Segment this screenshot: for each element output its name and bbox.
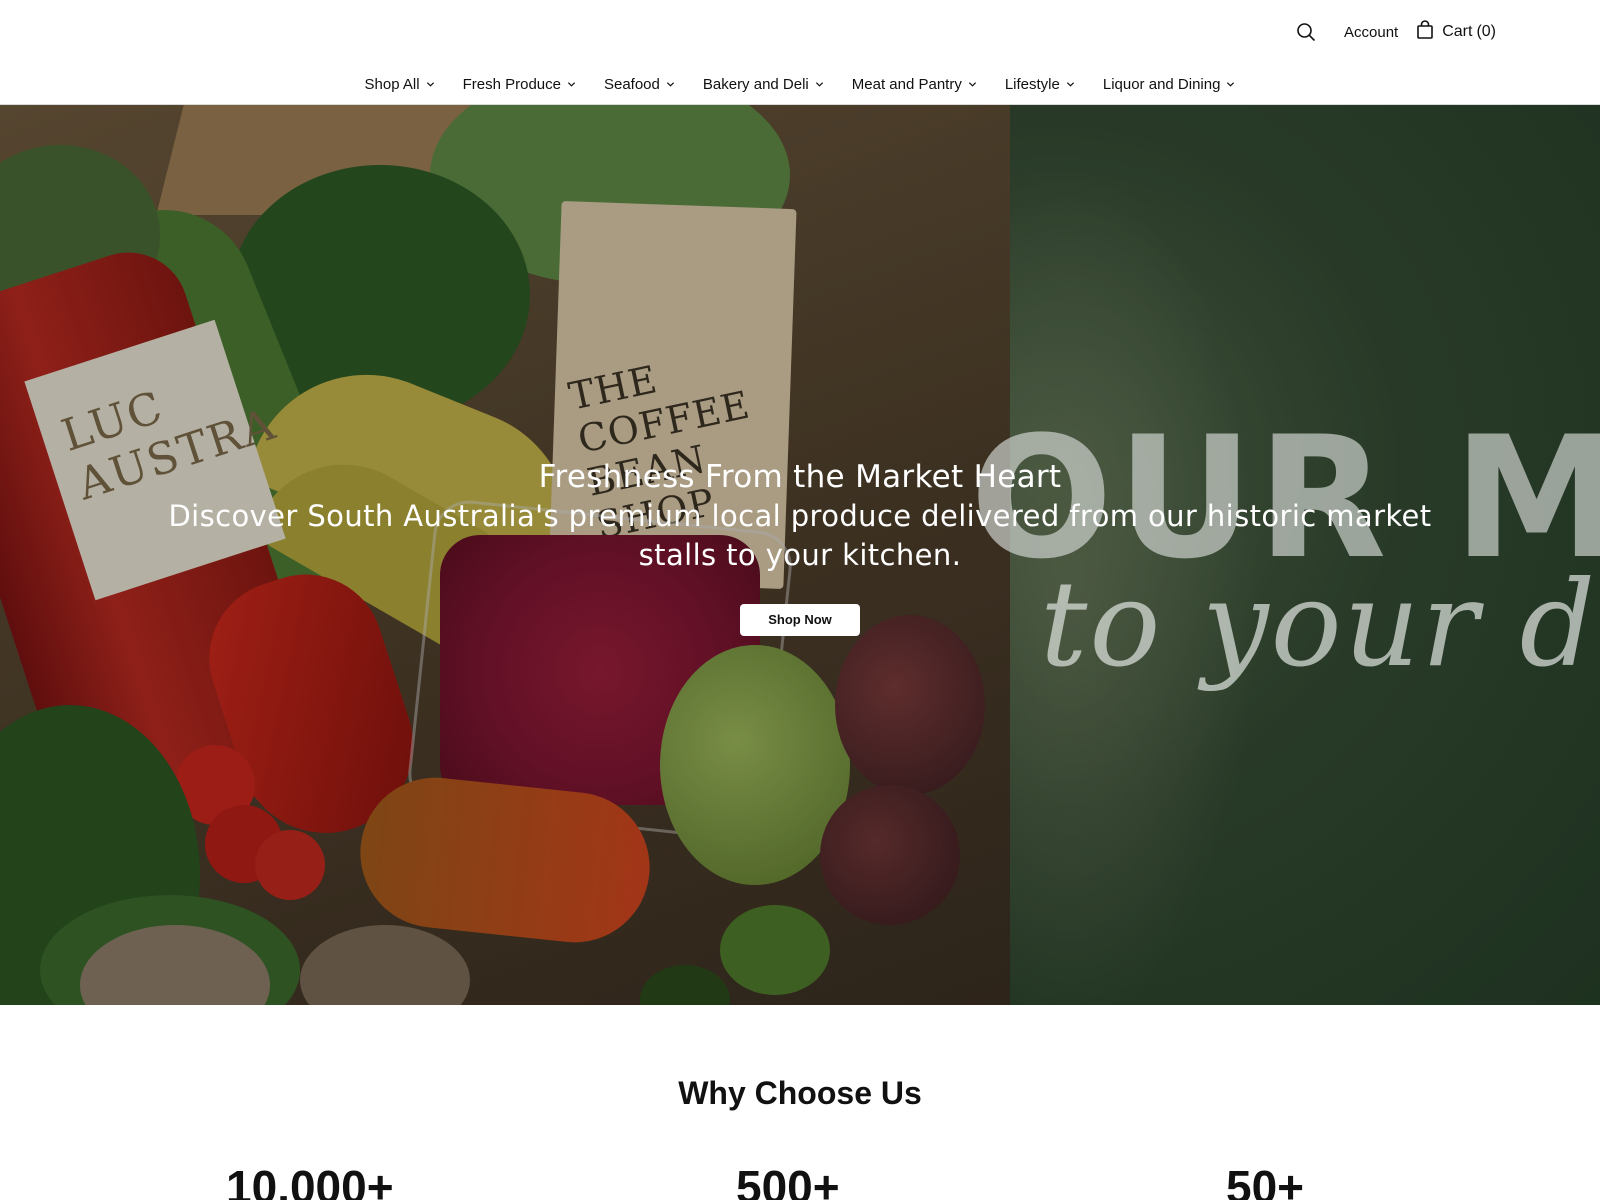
utility-bar: Account Cart (0) <box>1292 18 1496 46</box>
hero-subtitle: Discover South Australia's premium local… <box>168 499 1432 572</box>
chevron-down-icon <box>815 80 824 89</box>
chevron-down-icon <box>1226 80 1235 89</box>
shopping-bag-icon <box>1416 19 1434 45</box>
nav-item-label: Meat and Pantry <box>851 75 962 93</box>
main-navigation: Shop All Fresh Produce Seafood Bakery an… <box>0 70 1600 98</box>
chevron-down-icon <box>666 80 675 89</box>
chevron-down-icon <box>567 80 576 89</box>
nav-item-liquor-and-dining[interactable]: Liquor and Dining <box>1103 76 1236 93</box>
nav-item-lifestyle[interactable]: Lifestyle <box>1005 76 1075 93</box>
nav-item-shop-all[interactable]: Shop All <box>365 76 435 93</box>
nav-item-label: Bakery and Deli <box>702 75 809 93</box>
stat-value: 50+ <box>1226 1161 1305 1200</box>
chevron-down-icon <box>1066 80 1075 89</box>
stat-value: 500+ <box>736 1161 840 1200</box>
hero-banner: THE COFFEE BEAN SHOP LUC AUSTRA OUR M to… <box>0 105 1600 1005</box>
shop-now-button[interactable]: Shop Now <box>740 604 860 636</box>
cart-label: Cart <box>1442 23 1473 40</box>
hero-content: Freshness From the Market Heart Discover… <box>0 457 1600 636</box>
cart-count: (0) <box>1476 23 1496 40</box>
nav-item-label: Lifestyle <box>1004 75 1060 93</box>
nav-item-meat-and-pantry[interactable]: Meat and Pantry <box>852 76 977 93</box>
account-link[interactable]: Account <box>1344 24 1398 41</box>
nav-item-label: Fresh Produce <box>462 75 561 93</box>
chevron-down-icon <box>426 80 435 89</box>
chevron-down-icon <box>968 80 977 89</box>
hero-title: Freshness From the Market Heart <box>538 459 1062 495</box>
nav-item-bakery-and-deli[interactable]: Bakery and Deli <box>703 76 824 93</box>
nav-item-label: Seafood <box>603 75 660 93</box>
nav-item-seafood[interactable]: Seafood <box>604 76 675 93</box>
stat-value: 10,000+ <box>226 1161 394 1200</box>
why-choose-us-section: Why Choose Us 10,000+ 500+ 50+ <box>0 1005 1600 1200</box>
nav-item-label: Liquor and Dining <box>1102 75 1221 93</box>
search-icon[interactable] <box>1292 18 1320 46</box>
cart-link[interactable]: Cart (0) <box>1416 19 1496 45</box>
section-title: Why Choose Us <box>678 1075 922 1111</box>
nav-item-label: Shop All <box>364 75 420 93</box>
nav-item-fresh-produce[interactable]: Fresh Produce <box>463 76 576 93</box>
site-header: Account Cart (0) Shop All Fresh Produce … <box>0 0 1600 105</box>
